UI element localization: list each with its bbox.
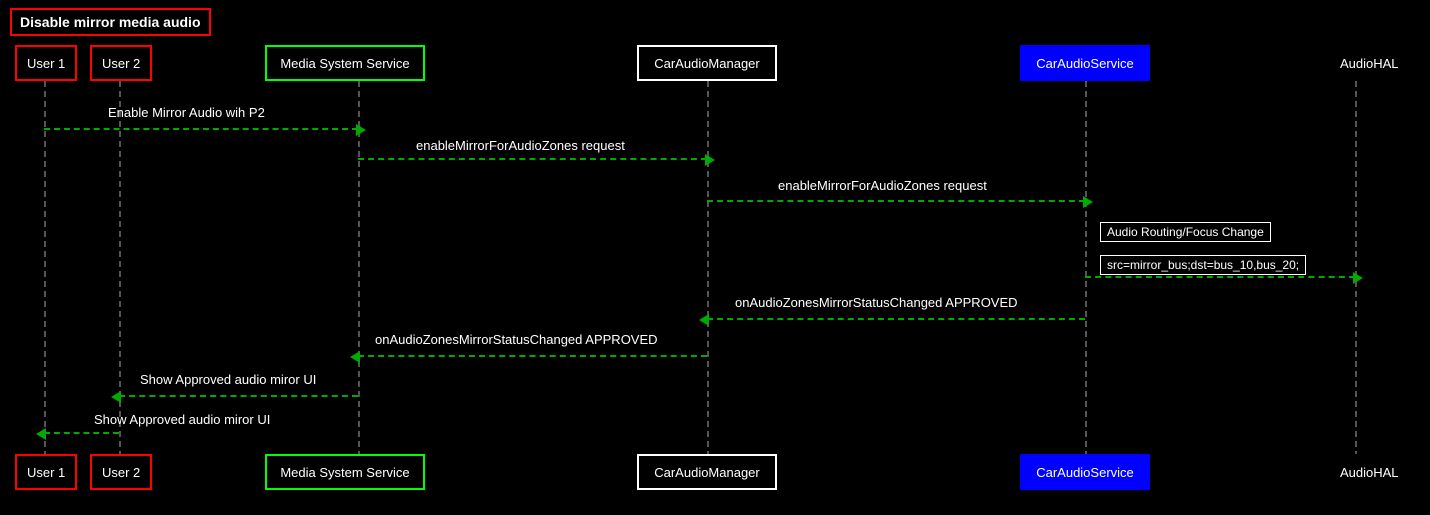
- actor-hal-bot: AudioHAL: [1330, 454, 1409, 490]
- msg2-arrow: [358, 158, 707, 160]
- actor-user1-bot: User 1: [15, 454, 77, 490]
- msg3-arrow: [707, 200, 1085, 202]
- actor-cam-top: CarAudioManager: [637, 45, 777, 81]
- msg6-label: onAudioZonesMirrorStatusChanged APPROVED: [735, 295, 1018, 310]
- lifeline-user1: [44, 81, 46, 454]
- msg7-arrow: [358, 355, 707, 357]
- msg3-label: enableMirrorForAudioZones request: [778, 178, 987, 193]
- msg8-arrow: [119, 395, 358, 397]
- note-routing: Audio Routing/Focus Change: [1100, 222, 1271, 242]
- note-src: src=mirror_bus;dst=bus_10,bus_20;: [1100, 255, 1306, 275]
- actor-user2-top: User 2: [90, 45, 152, 81]
- actor-cas-top: CarAudioService: [1020, 45, 1150, 81]
- msg1-label: Enable Mirror Audio wih P2: [108, 105, 265, 120]
- lifeline-cam: [707, 81, 709, 454]
- lifeline-cas: [1085, 81, 1087, 454]
- actor-cas-bot: CarAudioService: [1020, 454, 1150, 490]
- msg6-arrow: [707, 318, 1085, 320]
- msg1-arrow: [44, 128, 358, 130]
- msg7-label: onAudioZonesMirrorStatusChanged APPROVED: [375, 332, 658, 347]
- actor-user1-top: User 1: [15, 45, 77, 81]
- lifeline-hal: [1355, 81, 1357, 454]
- actor-hal-top: AudioHAL: [1330, 45, 1409, 81]
- diagram-title: Disable mirror media audio: [10, 8, 211, 36]
- msg8-label: Show Approved audio miror UI: [140, 372, 316, 387]
- lifeline-mss: [358, 81, 360, 454]
- msg4-arrow: [1085, 276, 1355, 278]
- msg2-label: enableMirrorForAudioZones request: [416, 138, 625, 153]
- actor-mss-bot: Media System Service: [265, 454, 425, 490]
- msg9-label: Show Approved audio miror UI: [94, 412, 270, 427]
- actor-cam-bot: CarAudioManager: [637, 454, 777, 490]
- actor-user2-bot: User 2: [90, 454, 152, 490]
- actor-mss-top: Media System Service: [265, 45, 425, 81]
- msg9-arrow: [44, 432, 119, 434]
